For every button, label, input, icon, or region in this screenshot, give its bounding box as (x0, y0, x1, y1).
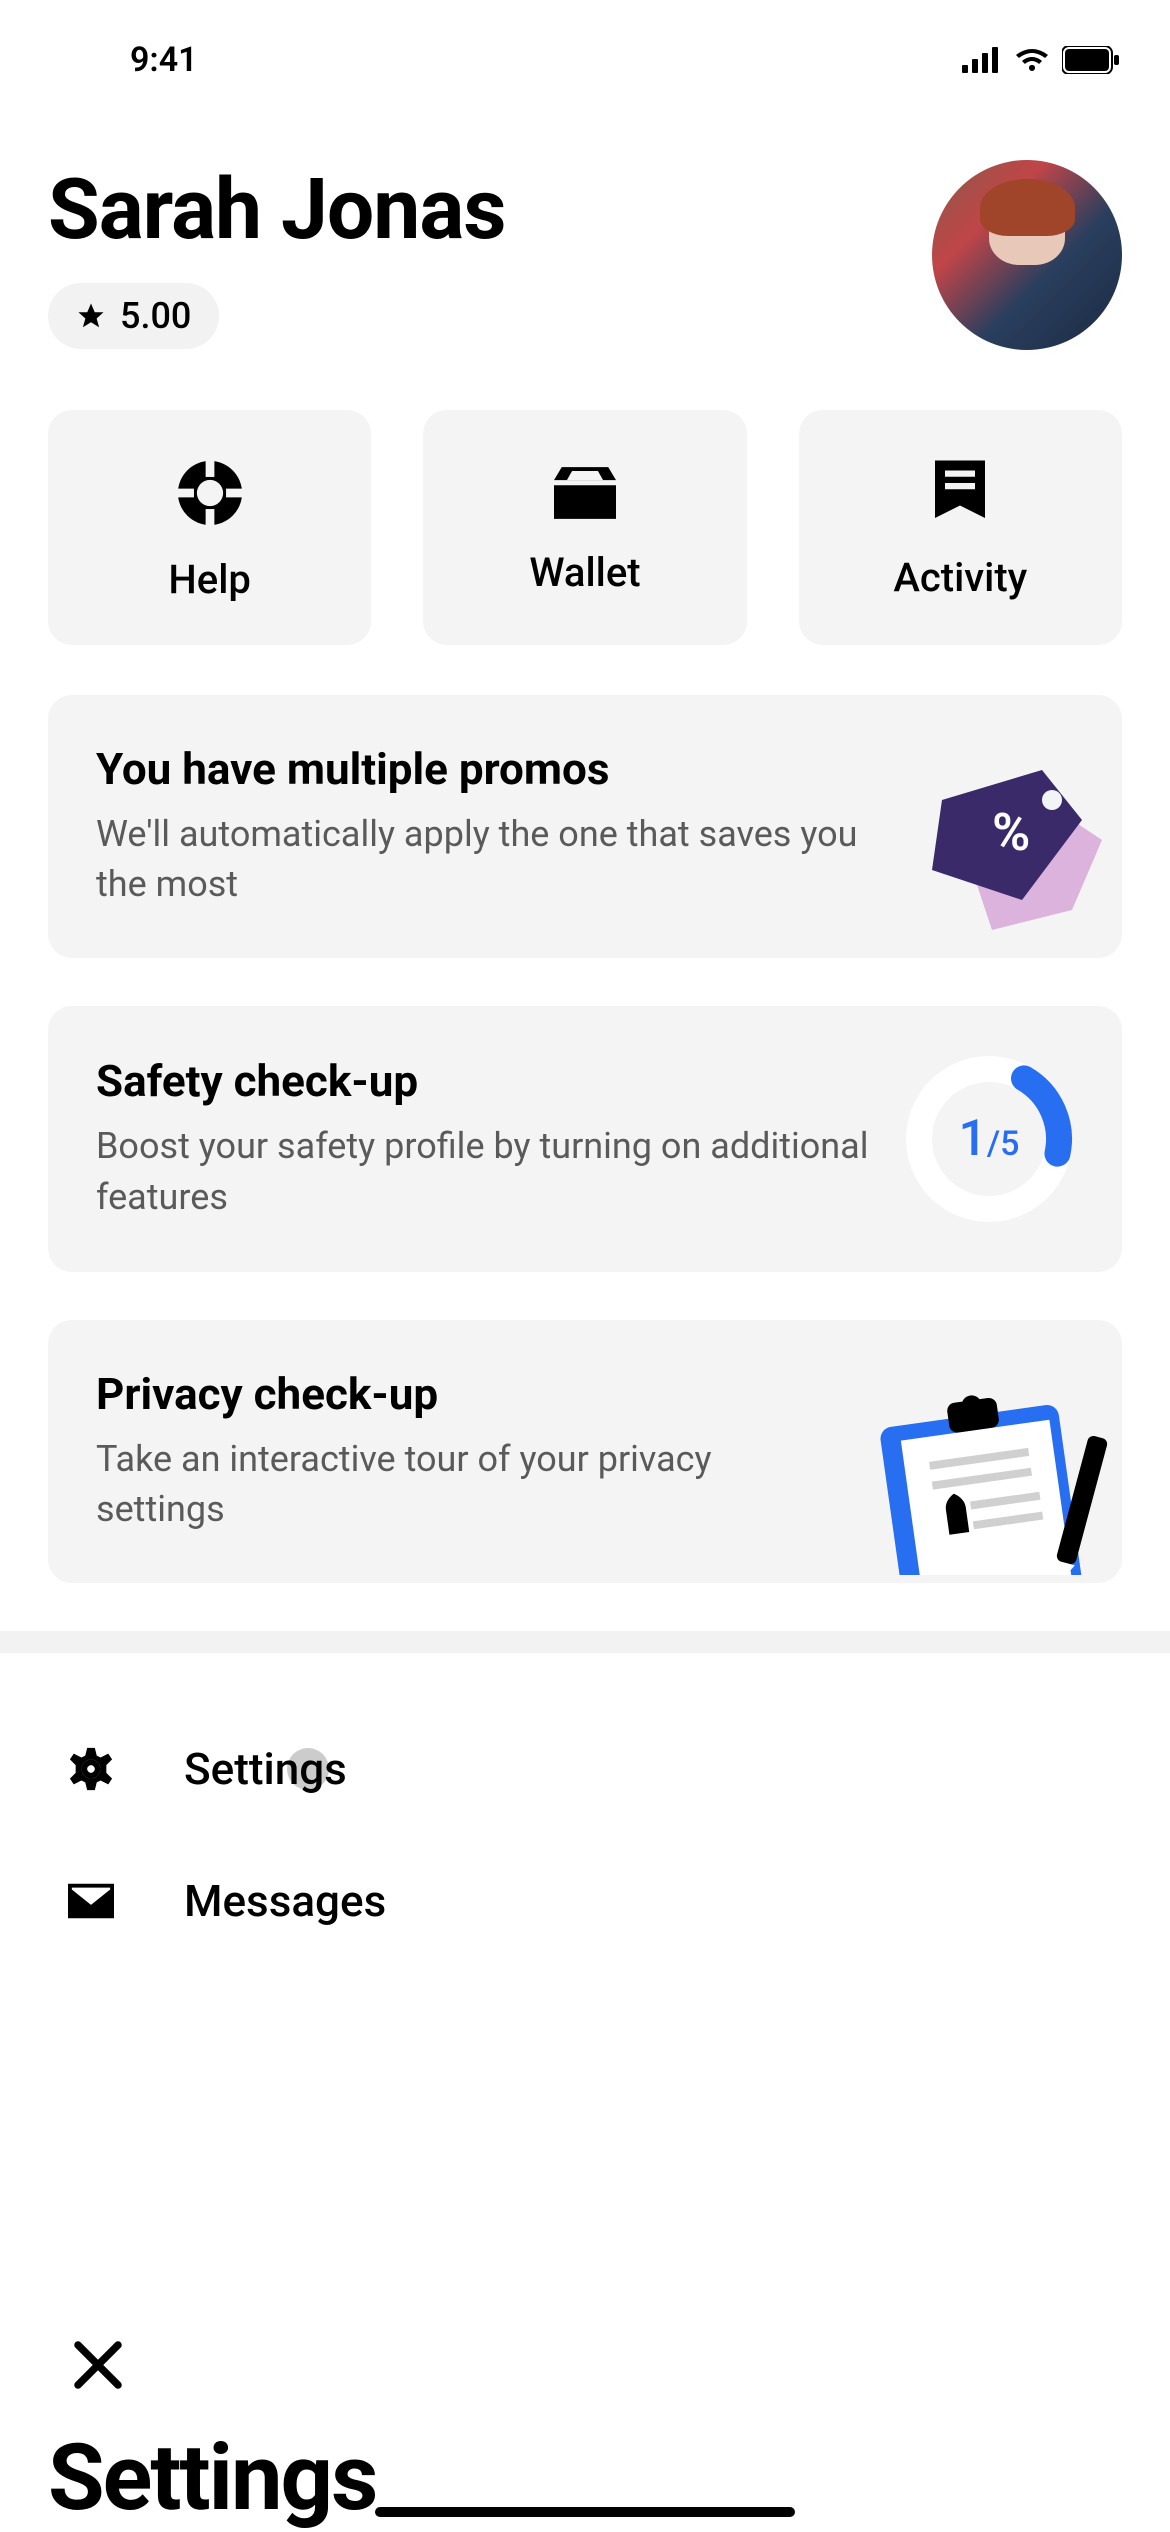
svg-text:%: % (992, 802, 1030, 863)
rating-chip[interactable]: 5.00 (48, 283, 219, 349)
profile-header: Sarah Jonas 5.00 (48, 160, 1122, 350)
home-indicator[interactable] (375, 2507, 795, 2517)
wallet-label: Wallet (529, 549, 640, 596)
help-label: Help (168, 556, 250, 603)
menu-list: Settings Messages (48, 1653, 1122, 1967)
status-bar: 9:41 (0, 0, 1170, 110)
safety-progress-text: 1/5 (958, 1110, 1019, 1168)
safety-progress-ring: 1/5 (904, 1054, 1074, 1224)
safety-desc: Boost your safety profile by turning on … (96, 1121, 874, 1222)
bookmark-icon (935, 460, 985, 526)
activity-label: Activity (893, 554, 1027, 601)
rating-value: 5.00 (120, 295, 191, 337)
section-divider (0, 1631, 1170, 1653)
battery-icon (1062, 46, 1120, 74)
safety-title: Safety check-up (96, 1055, 874, 1107)
cellular-icon (962, 47, 1002, 73)
privacy-card[interactable]: Privacy check-up Take an interactive tou… (48, 1320, 1122, 1583)
settings-overlay: Settings (0, 2295, 1170, 2532)
star-icon (76, 301, 106, 331)
promos-title: You have multiple promos (96, 743, 872, 795)
envelope-icon (68, 1878, 114, 1924)
profile-name: Sarah Jonas (48, 160, 505, 259)
clipboard-icon (862, 1375, 1122, 1575)
wifi-icon (1014, 47, 1050, 73)
status-icons (962, 46, 1120, 74)
lifebuoy-icon (175, 458, 245, 528)
wallet-icon (554, 465, 616, 521)
messages-label: Messages (184, 1875, 386, 1927)
status-time: 9:41 (50, 40, 198, 80)
wallet-button[interactable]: Wallet (423, 410, 746, 645)
close-button[interactable] (68, 2335, 128, 2395)
messages-menu-item[interactable]: Messages (48, 1835, 1122, 1967)
avatar[interactable] (932, 160, 1122, 350)
activity-button[interactable]: Activity (799, 410, 1122, 645)
promo-tag-icon: % (902, 750, 1122, 950)
gear-icon (68, 1746, 114, 1792)
promos-card[interactable]: You have multiple promos We'll automatic… (48, 695, 1122, 958)
safety-card[interactable]: Safety check-up Boost your safety profil… (48, 1006, 1122, 1272)
promos-desc: We'll automatically apply the one that s… (96, 809, 872, 910)
privacy-desc: Take an interactive tour of your privacy… (96, 1434, 832, 1535)
help-button[interactable]: Help (48, 410, 371, 645)
privacy-title: Privacy check-up (96, 1368, 832, 1420)
settings-menu-item[interactable]: Settings (48, 1703, 1122, 1835)
quick-actions: Help Wallet Activity (48, 410, 1122, 645)
touch-indicator (287, 1748, 329, 1790)
